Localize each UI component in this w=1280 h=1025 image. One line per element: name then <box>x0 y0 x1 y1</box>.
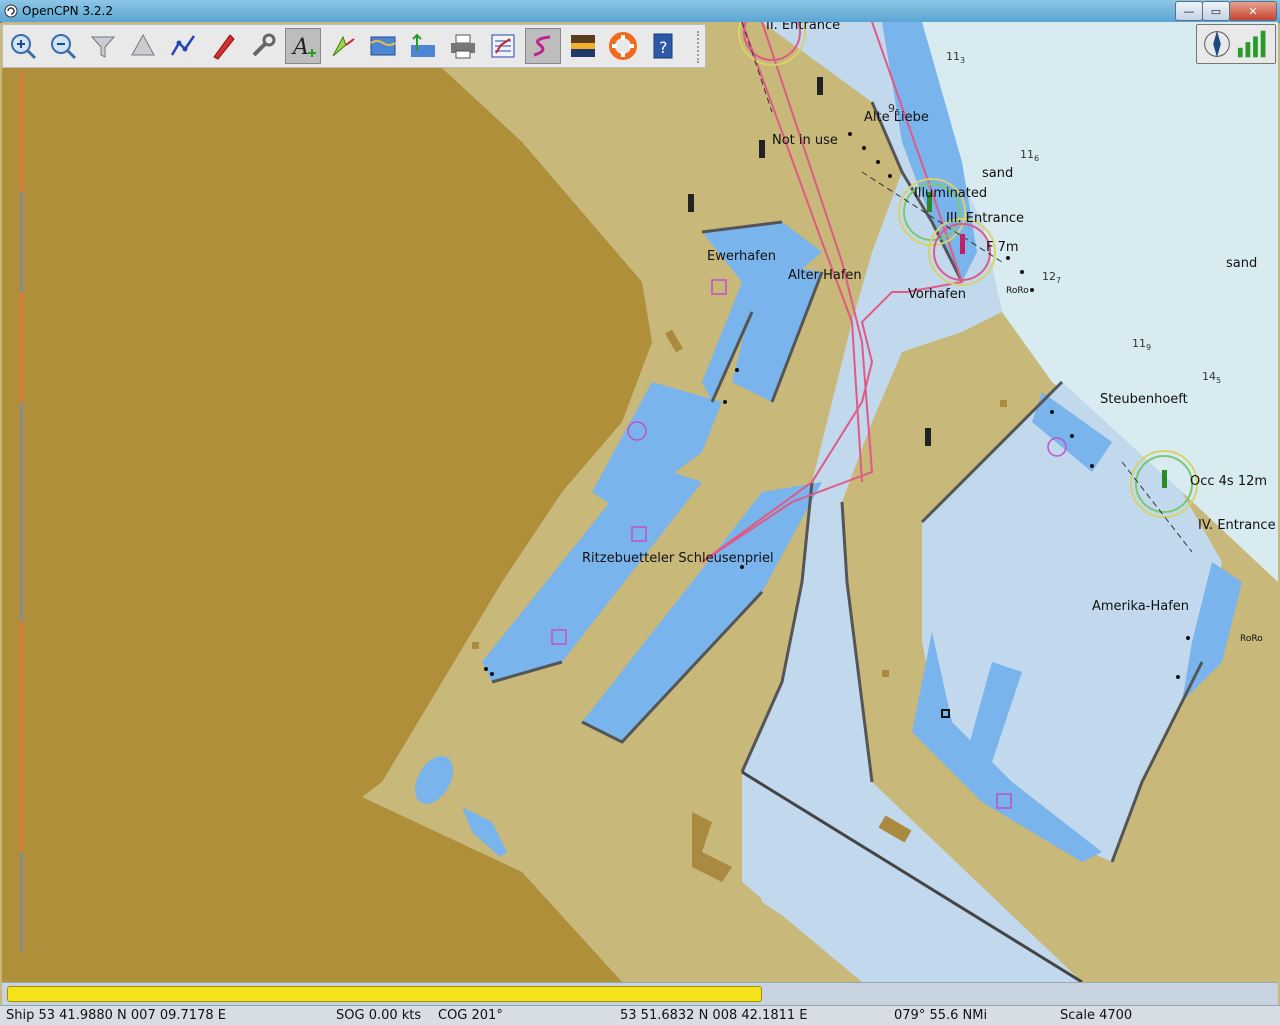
wrench-icon <box>252 33 276 57</box>
depth-95: 95 <box>888 102 901 118</box>
label-vorhafen: Vorhafen <box>908 287 966 302</box>
depth-116: 116 <box>1020 148 1040 164</box>
ship-icon <box>213 34 235 60</box>
window-titlebar[interactable]: OpenCPN 3.2.2 — ▭ ✕ <box>0 0 1280 23</box>
status-sog: SOG 0.00 kts <box>336 1008 422 1023</box>
status-cog: COG 201° <box>438 1008 503 1023</box>
label-steubenhoeft: Steubenhoeft <box>1100 392 1188 407</box>
depth-119: 119 <box>1132 337 1152 353</box>
compass-gps-svg <box>1204 30 1266 58</box>
track-icon <box>533 35 551 57</box>
toolbar-grip[interactable] <box>697 31 703 63</box>
label-occ: Occ 4s 12m <box>1190 474 1268 489</box>
track-button[interactable] <box>525 28 561 64</box>
label-entrance-top: II. Entrance <box>766 22 841 33</box>
svg-text:A: A <box>291 35 309 60</box>
label-iv-entrance: IV. Entrance <box>1198 518 1276 533</box>
depth-145: 145 <box>1202 370 1222 386</box>
status-ship-position: Ship 53 41.9880 N 007 09.7178 E <box>6 1008 226 1023</box>
chart-bar-panel[interactable] <box>2 982 1278 1005</box>
tide-graph-button[interactable] <box>405 28 441 64</box>
color-scheme-button[interactable] <box>565 28 601 64</box>
chart-bar-orange-3 <box>20 622 23 852</box>
text-icon: A <box>291 35 316 60</box>
label-ewerhafen: Ewerhafen <box>707 249 776 264</box>
current-icon <box>332 35 355 57</box>
label-sand-1: sand <box>982 166 1014 181</box>
label-alter-hafen: Alter Hafen <box>788 268 862 283</box>
route-button[interactable] <box>165 28 201 64</box>
label-ritzebuetteler: Ritzebuetteler Schleusenpriel <box>582 551 774 566</box>
chart-svg[interactable] <box>2 22 1278 982</box>
label-sand-2: sand <box>1226 256 1258 271</box>
tide-icon <box>370 36 396 56</box>
tide-button[interactable] <box>365 28 401 64</box>
status-bearing-range: 079° 55.6 NMi <box>894 1008 988 1023</box>
zoom-out-button[interactable] <box>45 28 81 64</box>
label-not-in-use: Not in use <box>772 133 838 148</box>
label-illuminated: Illuminated <box>914 186 988 201</box>
depth-127: 127 <box>1042 270 1062 286</box>
follow-ship-button[interactable] <box>205 28 241 64</box>
scale-out-button[interactable] <box>125 28 161 64</box>
status-scale: Scale 4700 <box>1060 1008 1133 1023</box>
route-manager-icon <box>491 34 515 58</box>
man-overboard-button[interactable] <box>605 28 641 64</box>
text-toggle-button[interactable]: A <box>285 28 321 64</box>
label-iii-entrance: III. Entrance <box>946 211 1025 226</box>
zoom-in-button[interactable] <box>5 28 41 64</box>
zoom-in-icon <box>11 34 37 60</box>
tide-graph-icon <box>411 33 435 57</box>
minimize-button[interactable]: — <box>1175 1 1203 21</box>
status-bar: Ship 53 41.9880 N 007 09.7178 E SOG 0.00… <box>0 1005 1280 1025</box>
current-button[interactable] <box>325 28 361 64</box>
help-icon: ? <box>653 33 673 59</box>
label-roro-2: RoRo <box>1240 634 1263 644</box>
zoom-out-icon <box>51 34 77 60</box>
close-button[interactable]: ✕ <box>1229 1 1277 21</box>
maximize-button[interactable]: ▭ <box>1202 1 1230 21</box>
main-toolbar: A ? <box>2 24 706 68</box>
label-f7m: F 7m <box>986 240 1019 255</box>
route-icon <box>170 35 196 56</box>
status-cursor-position: 53 51.6832 N 008 42.1811 E <box>620 1008 808 1023</box>
chart-bar-orange-1 <box>20 72 23 192</box>
route-manager-button[interactable] <box>485 28 521 64</box>
label-amerika-hafen: Amerika-Hafen <box>1092 599 1190 614</box>
svg-text:?: ? <box>659 38 668 57</box>
depth-113: 113 <box>946 50 966 66</box>
window-title: OpenCPN 3.2.2 <box>22 4 113 18</box>
chart-canvas[interactable]: II. Entrance Alte Liebe Not in use sand … <box>2 22 1278 982</box>
sunset-icon <box>571 35 595 57</box>
cone-icon <box>131 33 155 56</box>
settings-button[interactable] <box>245 28 281 64</box>
opencpn-app-icon <box>4 4 18 18</box>
printer-icon <box>451 34 475 59</box>
scale-in-button[interactable] <box>85 28 121 64</box>
label-roro-1: RoRo <box>1006 286 1029 296</box>
chart-bar-orange-2 <box>20 292 23 402</box>
help-button[interactable]: ? <box>645 28 681 64</box>
lifebuoy-icon <box>609 32 637 60</box>
progress-bar-fill <box>7 986 762 1002</box>
print-button[interactable] <box>445 28 481 64</box>
funnel-icon <box>90 36 116 58</box>
gps-signal-icon <box>1237 30 1266 58</box>
compass-gps-widget[interactable] <box>1196 24 1276 64</box>
